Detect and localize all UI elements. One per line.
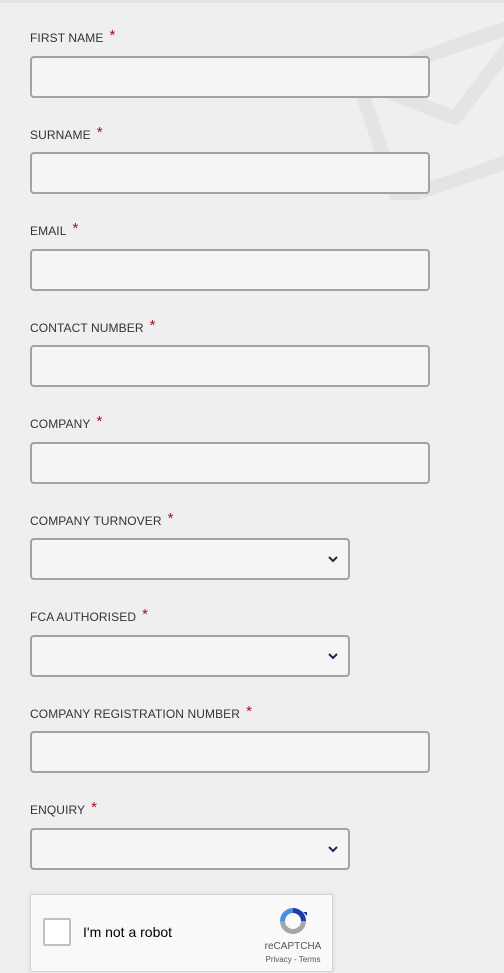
- contact-number-label: CONTACT NUMBER *: [30, 317, 156, 335]
- company-registration-number-input[interactable]: [30, 731, 430, 773]
- fca-authorised-select[interactable]: [30, 635, 350, 677]
- required-mark: *: [142, 606, 149, 623]
- chevron-down-icon: [328, 556, 338, 563]
- surname-label: SURNAME *: [30, 124, 103, 142]
- recaptcha-separator: -: [293, 955, 297, 964]
- email-label: EMAIL *: [30, 220, 79, 238]
- chevron-down-icon: [328, 653, 338, 660]
- enquiry-select[interactable]: [30, 828, 350, 870]
- recaptcha-terms-link[interactable]: Terms: [299, 955, 321, 964]
- recaptcha-logo-icon: [280, 908, 307, 934]
- company-turnover-select[interactable]: [30, 538, 350, 580]
- enquiry-label: ENQUIRY *: [30, 799, 98, 817]
- company-turnover-label: COMPANY TURNOVER *: [30, 510, 174, 528]
- required-mark: *: [149, 317, 156, 334]
- recaptcha-label: I'm not a robot: [83, 924, 173, 940]
- company-registration-number-label: COMPANY REGISTRATION NUMBER *: [30, 703, 252, 721]
- email-input[interactable]: [30, 249, 430, 291]
- required-mark: *: [72, 220, 79, 237]
- first-name-input[interactable]: [30, 56, 430, 98]
- required-mark: *: [109, 27, 116, 44]
- chevron-down-icon: [328, 846, 338, 853]
- required-mark: *: [96, 124, 103, 141]
- required-mark: *: [246, 703, 252, 720]
- required-mark: *: [91, 799, 98, 816]
- fca-authorised-label: FCA AUTHORISED *: [30, 606, 149, 624]
- first-name-label: FIRST NAME *: [30, 27, 116, 45]
- recaptcha-checkbox[interactable]: [43, 918, 71, 946]
- recaptcha-links: Privacy - Terms: [253, 955, 333, 964]
- contact-number-input[interactable]: [30, 345, 430, 387]
- recaptcha-privacy-link[interactable]: Privacy: [266, 955, 292, 964]
- recaptcha-widget: I'm not a robot reCAPTCHA Privacy - Term…: [30, 894, 333, 972]
- surname-input[interactable]: [30, 152, 430, 194]
- required-mark: *: [167, 510, 174, 527]
- company-input[interactable]: [30, 442, 430, 484]
- required-mark: *: [96, 413, 103, 430]
- top-border: [0, 0, 504, 3]
- company-label: COMPANY *: [30, 413, 103, 431]
- recaptcha-brand: reCAPTCHA: [264, 941, 322, 952]
